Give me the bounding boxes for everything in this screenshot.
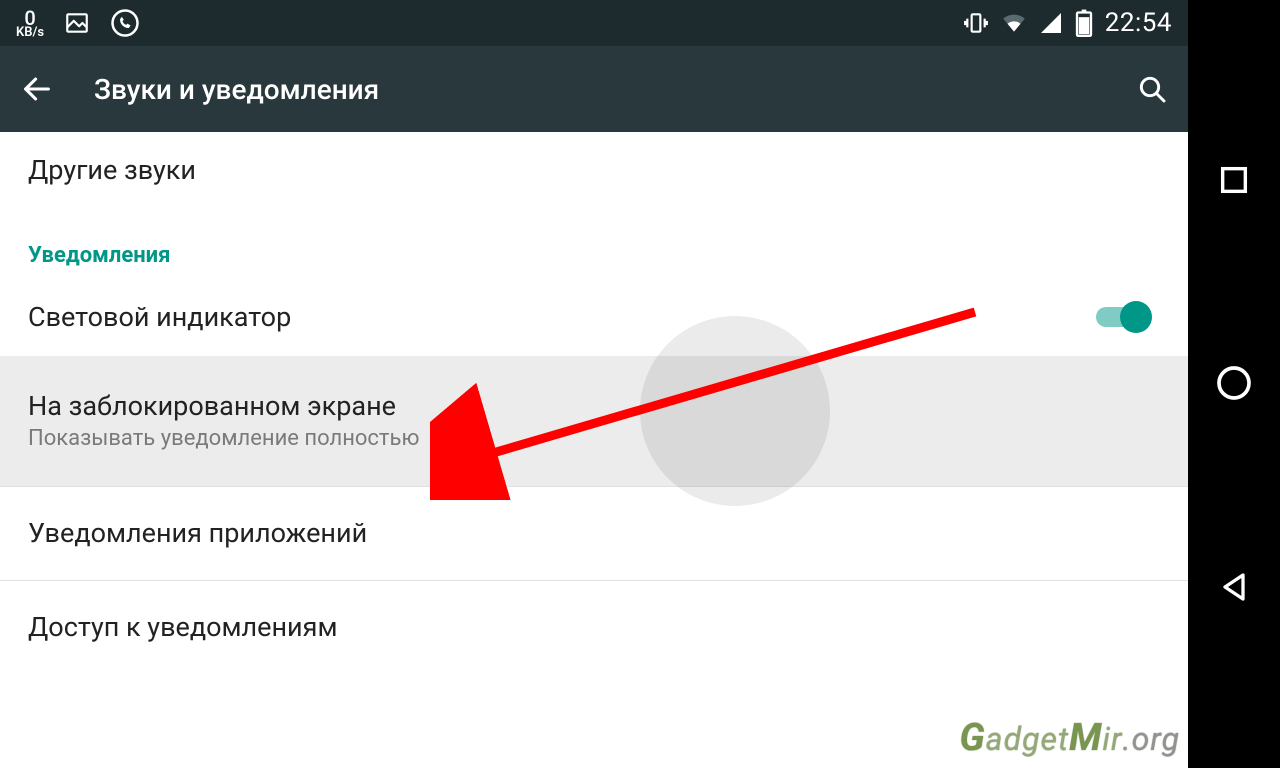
- viber-icon: [110, 8, 140, 38]
- section-label: Уведомления: [28, 243, 1160, 268]
- item-lock-screen[interactable]: На заблокированном экране Показывать уве…: [0, 356, 1188, 486]
- vibrate-icon: [963, 10, 989, 36]
- signal-icon: [1039, 11, 1063, 35]
- status-clock: 22:54: [1105, 8, 1172, 38]
- status-bar: 0 KB/s: [0, 0, 1188, 46]
- nav-recent-button[interactable]: [1217, 163, 1251, 197]
- nav-home-button[interactable]: [1214, 363, 1254, 403]
- item-other-sounds[interactable]: Другие звуки: [0, 132, 1188, 209]
- item-sublabel: Показывать уведомление полностью: [28, 426, 1160, 451]
- settings-list: Другие звуки Уведомления Световой индика…: [0, 132, 1188, 674]
- item-label: Другие звуки: [28, 154, 1160, 186]
- app-bar: Звуки и уведомления: [0, 46, 1188, 132]
- nav-back-button[interactable]: [1216, 569, 1252, 605]
- app-bar-title: Звуки и уведомления: [94, 73, 1136, 106]
- screen: 0 KB/s: [0, 0, 1188, 768]
- wifi-icon: [1001, 10, 1027, 36]
- device-frame: 0 KB/s: [0, 0, 1280, 768]
- item-label: Световой индикатор: [28, 301, 1096, 333]
- back-button[interactable]: [20, 72, 54, 106]
- watermark: GadgetMir.org: [960, 716, 1180, 760]
- netspeed-indicator: 0 KB/s: [16, 8, 44, 39]
- item-app-notifications[interactable]: Уведомления приложений: [0, 487, 1188, 580]
- status-right: 22:54: [963, 8, 1172, 38]
- battery-icon: [1075, 9, 1093, 37]
- search-button[interactable]: [1136, 73, 1168, 105]
- touch-ripple: [640, 316, 830, 506]
- item-label: На заблокированном экране: [28, 390, 1160, 422]
- system-nav-bar: [1188, 0, 1280, 768]
- item-label: Уведомления приложений: [28, 517, 1160, 549]
- switch-light-indicator[interactable]: [1096, 307, 1148, 327]
- item-light-indicator[interactable]: Световой индикатор: [0, 279, 1188, 356]
- status-left: 0 KB/s: [16, 8, 140, 39]
- item-label: Доступ к уведомлениям: [28, 611, 1160, 643]
- item-notification-access[interactable]: Доступ к уведомлениям: [0, 581, 1188, 674]
- picture-icon: [64, 10, 90, 36]
- section-header-notifications: Уведомления: [0, 209, 1188, 279]
- netspeed-unit: KB/s: [16, 26, 44, 39]
